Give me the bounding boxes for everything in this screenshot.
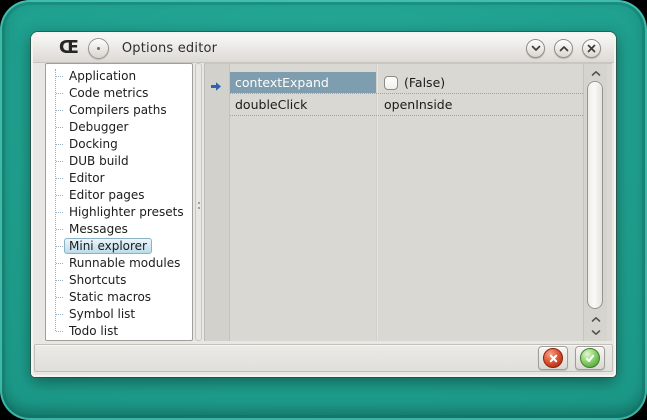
sidebar-item-label: Compilers paths [64, 102, 172, 118]
property-value[interactable]: (False) [376, 72, 583, 93]
sidebar-item-label: Mini explorer [64, 238, 152, 254]
sidebar-item-label: Application [64, 68, 141, 84]
options-editor-window: Œ Options editor Applicat [31, 32, 616, 377]
panel-splitter[interactable] [195, 63, 202, 341]
sidebar-item-label: Messages [64, 221, 133, 237]
accept-button[interactable] [575, 346, 605, 370]
property-value-text: openInside [384, 97, 452, 112]
sidebar-item-label: Todo list [64, 323, 123, 339]
sidebar-item[interactable]: Symbol list [46, 305, 192, 322]
app-logo-icon: Œ [59, 39, 79, 57]
sidebar-item-label: DUB build [64, 153, 134, 169]
sidebar-item[interactable]: Messages [46, 220, 192, 237]
sidebar-item[interactable]: Application [46, 67, 192, 84]
property-name[interactable]: doubleClick [230, 94, 376, 115]
scroll-down-icon[interactable] [584, 326, 607, 338]
sidebar-item[interactable]: Code metrics [46, 84, 192, 101]
property-value[interactable]: openInside [376, 94, 583, 115]
sidebar-item[interactable]: Todo list [46, 322, 192, 339]
close-icon [587, 44, 596, 53]
sidebar-item[interactable]: Runnable modules [46, 254, 192, 271]
chevron-up-icon [559, 45, 569, 52]
titlebar[interactable]: Œ Options editor [33, 34, 614, 63]
chevron-down-icon [531, 45, 541, 52]
unshade-button[interactable] [554, 39, 573, 58]
sidebar-item-label: Highlighter presets [64, 204, 189, 220]
scrollbar-thumb[interactable] [587, 81, 603, 309]
sidebar-item[interactable]: Mini explorer [46, 237, 192, 254]
window-menu-button[interactable] [88, 38, 109, 59]
sidebar-item-label: Docking [64, 136, 123, 152]
checkbox-unchecked-icon[interactable] [384, 76, 398, 90]
shade-button[interactable] [526, 39, 545, 58]
cancel-x-icon [543, 348, 563, 368]
sidebar-item[interactable]: Shortcuts [46, 271, 192, 288]
sidebar-item[interactable]: Editor pages [46, 186, 192, 203]
sidebar-item[interactable]: Debugger [46, 118, 192, 135]
sidebar-item-label: Code metrics [64, 85, 153, 101]
sidebar-item-label: Editor [64, 170, 110, 186]
sidebar-item-label: Debugger [64, 119, 133, 135]
sidebar-item[interactable]: Docking [46, 135, 192, 152]
sidebar-item-label: Runnable modules [64, 255, 185, 271]
close-button[interactable] [582, 39, 601, 58]
sidebar-item-label: Editor pages [64, 187, 150, 203]
sidebar-item[interactable]: Highlighter presets [46, 203, 192, 220]
sidebar-item[interactable]: Static macros [46, 288, 192, 305]
scroll-up-icon[interactable] [584, 67, 607, 79]
property-name[interactable]: contextExpand [230, 72, 376, 93]
selected-row-arrow-icon [210, 77, 222, 96]
property-row-doubleclick[interactable]: doubleClick openInside [230, 94, 583, 116]
dialog-button-bar [34, 344, 613, 372]
property-grid: contextExpand (False) doubleClick openIn… [204, 63, 612, 341]
accept-check-icon [580, 348, 600, 368]
sidebar-item-label: Static macros [64, 289, 156, 305]
property-rows: contextExpand (False) doubleClick openIn… [230, 72, 583, 116]
property-value-text: (False) [404, 75, 445, 90]
categories-tree[interactable]: Application Code metrics Compilers paths… [45, 63, 193, 341]
sidebar-item[interactable]: DUB build [46, 152, 192, 169]
sidebar-item-label: Symbol list [64, 306, 140, 322]
sidebar-item[interactable]: Editor [46, 169, 192, 186]
screenshot-root: Œ Options editor Applicat [0, 0, 647, 420]
vertical-scrollbar[interactable] [583, 64, 607, 341]
cancel-button[interactable] [538, 346, 568, 370]
scroll-up-secondary-icon[interactable] [584, 313, 607, 325]
property-row-contextexpand[interactable]: contextExpand (False) [230, 72, 583, 94]
sidebar-item-label: Shortcuts [64, 272, 131, 288]
window-title: Options editor [118, 41, 517, 56]
property-grid-gutter [205, 64, 230, 341]
sidebar-item[interactable]: Compilers paths [46, 101, 192, 118]
